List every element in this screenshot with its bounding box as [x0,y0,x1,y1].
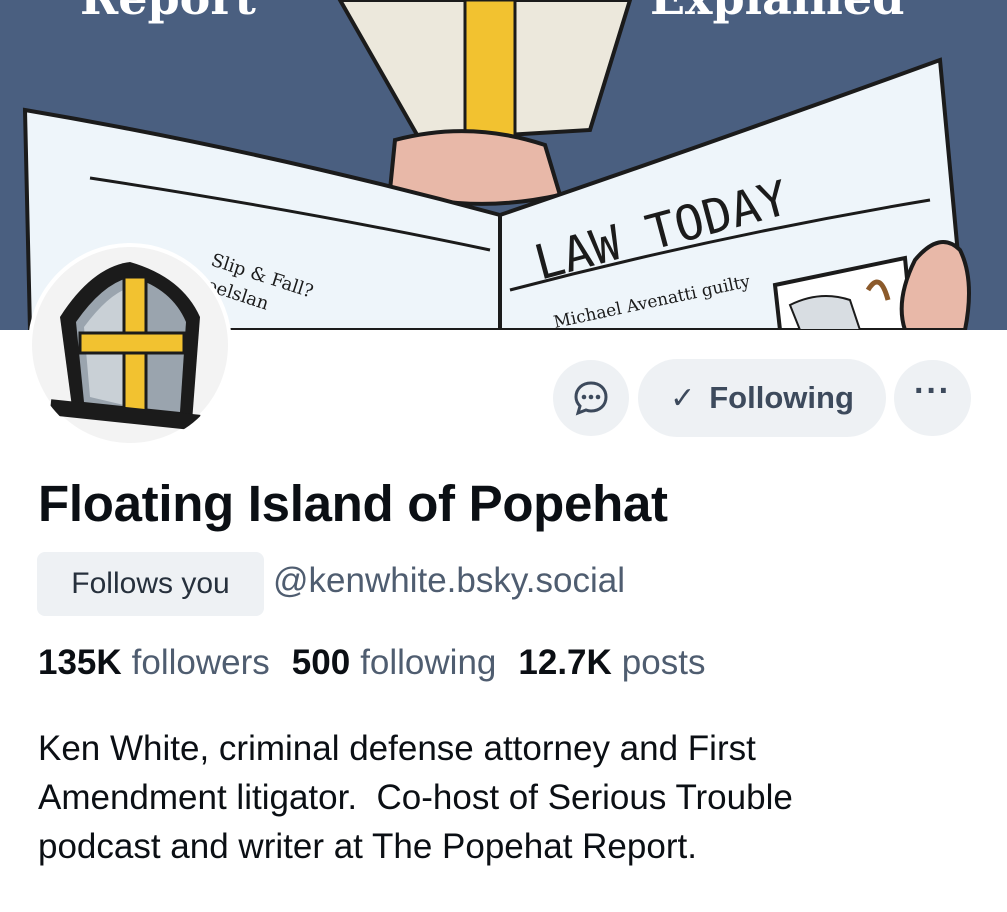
profile-stats: 135K followers 500 following 12.7K posts [38,643,727,683]
following-count: 500 [291,643,351,682]
more-options-button[interactable]: ··· [894,360,971,436]
bio-line: Ken White, criminal defense attorney and… [38,729,756,768]
message-button[interactable] [553,360,629,436]
follows-you-badge: Follows you [37,552,264,616]
display-name: Floating Island of Popehat [38,475,668,532]
ellipsis-icon: ··· [914,371,951,410]
following-button-label: Following [709,380,854,415]
bio-line: Amendment litigator. Co-host of Serious … [38,778,793,817]
mitre-icon [49,262,201,431]
banner-top-left-text: Report [80,0,257,25]
avatar-background [32,247,228,443]
checkmark-icon: ✓ [670,381,696,415]
following-label: following [360,643,497,682]
followers-count: 135K [38,643,122,682]
followers-stat[interactable]: 135K followers [38,643,292,683]
chat-bubble-icon [574,381,608,416]
posts-stat: 12.7K posts [518,643,727,683]
profile-handle[interactable]: @kenwhite.bsky.social [273,561,625,601]
profile-avatar[interactable] [28,243,232,447]
following-stat[interactable]: 500 following [292,643,519,683]
posts-count: 12.7K [518,643,612,682]
profile-bio: Ken White, criminal defense attorney and… [38,724,988,871]
bio-line: podcast and writer at The Popehat Report… [38,827,697,866]
posts-label: posts [621,643,706,682]
banner-top-right-text: Explained [650,0,904,25]
following-button[interactable]: ✓ Following [638,359,886,437]
followers-label: followers [131,643,270,682]
